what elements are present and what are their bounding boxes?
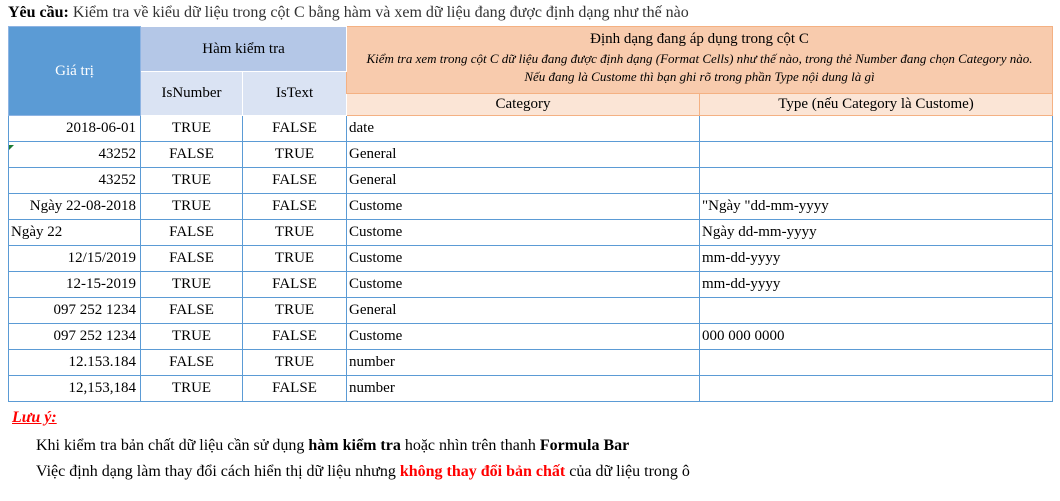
cell-istext[interactable]: TRUE [242,245,347,272]
cell-value[interactable]: 43252 [8,167,141,194]
cell-isnumber[interactable]: FALSE [140,297,243,324]
table-row: 097 252 1234 TRUE FALSE Custome 000 000 0000 [8,323,1053,350]
note-line-2-post: của dữ liệu trong ô [565,463,690,480]
cell-isnumber[interactable]: FALSE [140,141,243,168]
cell-isnumber[interactable]: TRUE [140,375,243,402]
cell-category[interactable]: Custome [346,271,700,298]
cell-istext[interactable]: FALSE [242,167,347,194]
cell-value[interactable]: 2018-06-01 [8,115,141,142]
cell-isnumber[interactable]: FALSE [140,219,243,246]
cell-type[interactable] [699,141,1053,168]
cell-type[interactable] [699,349,1053,376]
table-row: 12,153,184 TRUE FALSE number [8,375,1053,402]
note-line-1-mid: hoặc nhìn trên thanh [400,437,540,454]
cell-istext[interactable]: FALSE [242,323,347,350]
cell-category[interactable]: General [346,167,700,194]
cell-value[interactable]: 12,153,184 [8,375,141,402]
note-line-2-pre: Việc định dạng làm thay đổi cách hiển th… [36,463,400,480]
cell-category[interactable]: Custome [346,323,700,350]
cell-value[interactable]: 12.153.184 [8,349,141,376]
error-indicator-icon [9,145,14,150]
data-table: Giá trị Hàm kiểm tra Định dạng đang áp d… [8,26,1053,402]
cell-value[interactable]: Ngày 22 [8,219,141,246]
cell-value[interactable]: Ngày 22-08-2018 [8,193,141,220]
note-line-1: Khi kiểm tra bản chất dữ liệu cần sử dụn… [36,437,629,455]
cell-value[interactable]: 12/15/2019 [8,245,141,272]
requirement-line: Yêu cầu: Kiểm tra về kiểu dữ liệu trong … [8,4,689,22]
cell-category[interactable]: Custome [346,219,700,246]
cell-value[interactable]: 097 252 1234 [8,323,141,350]
cell-category[interactable]: Custome [346,193,700,220]
cell-value[interactable]: 43252 [8,141,141,168]
cell-istext[interactable]: TRUE [242,297,347,324]
note-line-1-bold-2: Formula Bar [539,437,630,454]
table-row: Ngày 22 FALSE TRUE Custome Ngày dd-mm-yyyy [8,219,1053,246]
cell-value[interactable]: 097 252 1234 [8,297,141,324]
table-row: 12-15-2019 TRUE FALSE Custome mm-dd-yyyy [8,271,1053,298]
header-isnumber: IsNumber [140,71,243,116]
header-ham-kiem-tra: Hàm kiểm tra [140,26,347,72]
cell-isnumber[interactable]: TRUE [140,271,243,298]
cell-istext[interactable]: FALSE [242,115,347,142]
cell-type[interactable] [699,297,1053,324]
cell-isnumber[interactable]: TRUE [140,323,243,350]
note-line-2: Việc định dạng làm thay đổi cách hiển th… [36,463,690,481]
note-line-1-bold-1: hàm kiểm tra [308,437,401,454]
table-row: 2018-06-01 TRUE FALSE date [8,115,1053,142]
requirement-text: Kiểm tra về kiểu dữ liệu trong cột C bằn… [68,4,689,21]
cell-type[interactable] [699,375,1053,402]
cell-category[interactable]: number [346,349,700,376]
cell-istext[interactable]: FALSE [242,193,347,220]
note-line-2-red: không thay đổi bản chất [399,463,566,480]
table-row: 43252 FALSE TRUE General [8,141,1053,168]
cell-value[interactable]: 12-15-2019 [8,271,141,298]
table-row: 12/15/2019 FALSE TRUE Custome mm-dd-yyyy [8,245,1053,272]
header-dinh-dang-title: Định dạng đang áp dụng trong cột C [590,31,809,47]
table-row: 43252 TRUE FALSE General [8,167,1053,194]
table-row: 097 252 1234 FALSE TRUE General [8,297,1053,324]
cell-type[interactable]: Ngày dd-mm-yyyy [699,219,1053,246]
cell-type[interactable]: 000 000 0000 [699,323,1053,350]
header-gia-tri: Giá trị [8,26,141,116]
header-dinh-dang-desc: Kiểm tra xem trong cột C dữ liệu đang đư… [366,51,1033,84]
table-row: 12.153.184 FALSE TRUE number [8,349,1053,376]
table-body: 2018-06-01 TRUE FALSE date 43252 FALSE TRUE Gen… [8,115,1053,402]
cell-category[interactable]: General [346,141,700,168]
cell-isnumber[interactable]: FALSE [140,245,243,272]
header-dinh-dang: Định dạng đang áp dụng trong cột C Kiểm … [346,26,1053,94]
cell-category[interactable]: date [346,115,700,142]
cell-category[interactable]: number [346,375,700,402]
cell-istext[interactable]: TRUE [242,141,347,168]
requirement-label: Yêu cầu: [8,4,69,21]
cell-istext[interactable]: FALSE [242,375,347,402]
cell-type[interactable] [699,167,1053,194]
table-row: Ngày 22-08-2018 TRUE FALSE Custome "Ngày "dd… [8,193,1053,220]
cell-type[interactable]: mm-dd-yyyy [699,245,1053,272]
header-istext: IsText [242,71,347,116]
cell-type[interactable]: mm-dd-yyyy [699,271,1053,298]
header-type: Type (nếu Category là Custome) [699,93,1053,116]
cell-istext[interactable]: FALSE [242,271,347,298]
cell-isnumber[interactable]: TRUE [140,193,243,220]
cell-isnumber[interactable]: TRUE [140,115,243,142]
cell-istext[interactable]: TRUE [242,349,347,376]
header-category: Category [346,93,700,116]
cell-type[interactable] [699,115,1053,142]
cell-type[interactable]: "Ngày "dd-mm-yyyy [699,193,1053,220]
cell-isnumber[interactable]: TRUE [140,167,243,194]
cell-category[interactable]: General [346,297,700,324]
cell-isnumber[interactable]: FALSE [140,349,243,376]
note-line-1-pre: Khi kiểm tra bản chất dữ liệu cần sử dụn… [36,437,309,454]
note-title: Lưu ý: [12,409,57,426]
cell-category[interactable]: Custome [346,245,700,272]
cell-istext[interactable]: TRUE [242,219,347,246]
